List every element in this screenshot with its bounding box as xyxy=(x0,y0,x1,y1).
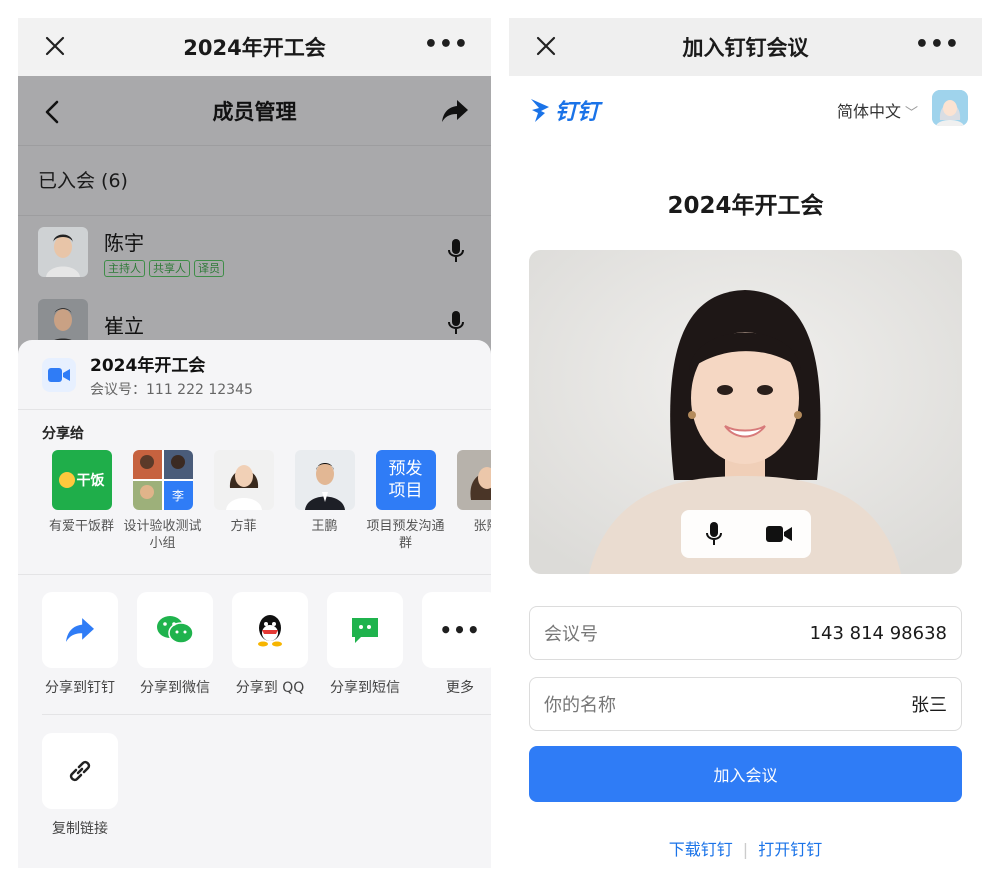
role-tag: 共享人 xyxy=(149,260,190,277)
contact-label: 项目预发沟通群 xyxy=(366,519,445,551)
brand-name: 钉钉 xyxy=(555,100,600,125)
contact-label: 王鹏 xyxy=(311,519,338,534)
contact-item[interactable]: 张熙 xyxy=(446,450,491,574)
group-avatar: 干饭 xyxy=(51,450,112,510)
share-to-dingtalk-button[interactable]: 分享到钉钉 xyxy=(42,592,137,714)
share-actions: 分享到钉钉 分享到微信 分享到 QQ 分享到短信 ••• 更多 xyxy=(42,575,491,715)
action-label: 分享到钉钉 xyxy=(45,680,115,696)
name-value: 张三 xyxy=(911,695,947,716)
emoji-icon xyxy=(58,472,75,488)
contact-item[interactable]: 干饭 有爱干饭群 xyxy=(41,450,122,574)
video-camera-icon xyxy=(765,526,792,542)
meeting-title: 2024年开工会 xyxy=(667,193,824,219)
user-avatar[interactable] xyxy=(932,90,968,126)
share-to-qq-button[interactable]: 分享到 QQ xyxy=(232,592,327,714)
more-options-icon[interactable]: ••• xyxy=(424,34,469,56)
share-to-heading: 分享给 xyxy=(42,426,84,442)
more-icon: ••• xyxy=(439,618,481,642)
group-badge: 预发项目 xyxy=(388,459,423,501)
close-icon[interactable] xyxy=(44,35,66,57)
meeting-id-label: 会议号 xyxy=(544,624,598,645)
video-meeting-icon xyxy=(42,357,76,392)
chevron-down-icon: ﹀ xyxy=(904,106,918,121)
right-phone-screen: 加入钉钉会议 ••• 钉钉 简体中文 ﹀ 2024年开工会 会议号 143 81… xyxy=(509,18,982,868)
more-options-icon[interactable]: ••• xyxy=(915,34,960,56)
share-to-sms-button[interactable]: 分享到短信 xyxy=(327,592,422,714)
avatar xyxy=(294,450,355,510)
contact-label: 张熙 xyxy=(473,519,491,534)
share-arrow-icon xyxy=(66,618,94,642)
contact-item[interactable]: 李 设计验收测试小组 xyxy=(122,450,203,574)
contact-item[interactable]: 方菲 xyxy=(203,450,284,574)
window-title: 加入钉钉会议 xyxy=(682,36,809,60)
contact-item[interactable]: 预发项目 项目预发沟通群 xyxy=(365,450,446,574)
role-tag: 主持人 xyxy=(104,260,145,277)
meeting-id: 会议号：111 222 12345 xyxy=(90,381,253,398)
open-dingtalk-link[interactable]: 打开钉钉 xyxy=(758,840,822,859)
avatar xyxy=(38,227,88,277)
share-icon[interactable] xyxy=(441,98,469,124)
action-label: 分享到 QQ xyxy=(235,680,305,696)
copy-link-button[interactable]: 复制链接 xyxy=(18,715,491,838)
microphone-icon[interactable] xyxy=(447,238,465,264)
group-avatar: 预发项目 xyxy=(375,450,436,510)
contact-label: 方菲 xyxy=(230,519,257,534)
action-label: 更多 xyxy=(446,680,474,696)
member-management-page: 成员管理 已入会 (6) 陈宇 主持人 共享人 译员 崔立 xyxy=(18,76,491,376)
contact-label: 设计验收测试小组 xyxy=(123,519,202,551)
language-label: 简体中文 xyxy=(836,102,901,121)
share-to-wechat-button[interactable]: 分享到微信 xyxy=(137,592,232,714)
role-tag: 译员 xyxy=(194,260,224,277)
more-share-button[interactable]: ••• 更多 xyxy=(422,592,491,714)
close-icon[interactable] xyxy=(535,35,557,57)
camera-toggle[interactable] xyxy=(746,510,811,558)
microphone-toggle[interactable] xyxy=(681,510,746,558)
member-badge: 李 xyxy=(163,481,193,510)
dingtalk-wing-icon xyxy=(531,99,549,122)
copy-link-label: 复制链接 xyxy=(52,821,108,837)
group-badge: 干饭 xyxy=(76,473,105,489)
microphone-icon xyxy=(705,522,722,545)
qq-icon xyxy=(258,615,282,647)
left-phone-screen: 2024年开工会 ••• 成员管理 已入会 (6) 陈宇 主持人 共享人 译员 xyxy=(18,18,491,868)
avatar xyxy=(213,450,274,510)
meeting-id-value: 143 814 98638 xyxy=(809,622,947,644)
link-icon xyxy=(69,760,91,782)
title-bar: 加入钉钉会议 ••• xyxy=(509,18,982,76)
back-icon[interactable] xyxy=(44,100,60,124)
contact-label: 有爱干饭群 xyxy=(48,519,114,534)
title-bar: 2024年开工会 ••• xyxy=(18,18,491,76)
member-name: 崔立 xyxy=(104,313,144,338)
meeting-header: 2024年开工会 会议号：111 222 12345 xyxy=(18,340,491,410)
avatar xyxy=(456,450,491,510)
group-avatar: 李 xyxy=(132,450,193,510)
preview-controls xyxy=(681,510,811,558)
member-name: 陈宇 xyxy=(104,231,144,255)
language-selector[interactable]: 简体中文 ﹀ xyxy=(837,98,918,122)
contact-list: 干饭 有爱干饭群 李 设计验收测试小组 方菲 王鹏 预发项目 项目预发沟通群 张 xyxy=(18,450,491,575)
member-row[interactable]: 陈宇 主持人 共享人 译员 xyxy=(18,216,491,288)
dingtalk-logo: 钉钉 xyxy=(529,94,599,126)
nav-bar: 成员管理 xyxy=(18,76,491,146)
sms-icon xyxy=(352,618,378,643)
microphone-icon[interactable] xyxy=(447,310,465,336)
name-label: 你的名称 xyxy=(544,695,616,716)
brand-bar: 钉钉 简体中文 ﹀ xyxy=(509,76,982,140)
page-title: 成员管理 xyxy=(212,99,297,124)
action-label: 分享到微信 xyxy=(140,680,210,696)
download-dingtalk-link[interactable]: 下载钉钉 xyxy=(669,840,733,859)
meeting-id-field[interactable]: 会议号 143 814 98638 xyxy=(529,606,962,660)
contact-item[interactable]: 王鹏 xyxy=(284,450,365,574)
window-title: 2024年开工会 xyxy=(183,36,326,60)
joined-count: 已入会 (6) xyxy=(18,146,491,216)
share-sheet: 2024年开工会 会议号：111 222 12345 分享给 干饭 有爱干饭群 … xyxy=(18,340,491,868)
meeting-name: 2024年开工会 xyxy=(90,355,206,376)
wechat-icon xyxy=(157,616,194,644)
divider: | xyxy=(742,840,749,859)
name-field[interactable]: 你的名称 张三 xyxy=(529,677,962,731)
camera-preview xyxy=(529,250,962,574)
action-label: 分享到短信 xyxy=(330,680,400,696)
join-meeting-button[interactable]: 加入会议 xyxy=(529,746,962,802)
footer-links: 下载钉钉 | 打开钉钉 xyxy=(509,836,982,860)
